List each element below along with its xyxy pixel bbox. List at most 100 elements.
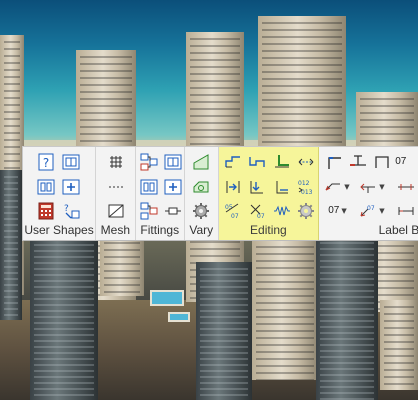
label-07-top[interactable]: 07 bbox=[395, 151, 406, 172]
building-shape bbox=[30, 232, 98, 400]
vary-gear-button[interactable] bbox=[191, 200, 212, 221]
fitting-tee-icon bbox=[140, 153, 158, 170]
shape-convert-button[interactable]: ? bbox=[60, 200, 81, 221]
ribbon-panel: ? ? User Shapes Mesh Fittings Vary 012 0… bbox=[22, 146, 418, 241]
help-shape-button[interactable]: ? bbox=[35, 151, 56, 172]
building-shape bbox=[316, 236, 378, 400]
vary-loop-button[interactable] bbox=[191, 176, 212, 197]
label-arrow-fork-icon bbox=[360, 183, 376, 193]
vary-loop-icon bbox=[193, 181, 209, 192]
group-mesh: Mesh bbox=[96, 147, 136, 240]
edit-pipe-b-icon bbox=[249, 156, 265, 167]
group-fittings: Fittings bbox=[136, 147, 185, 240]
fitting-open-icon bbox=[140, 179, 158, 194]
edit-corner-icon bbox=[276, 180, 289, 193]
edit-pipe-a-button[interactable] bbox=[223, 151, 244, 172]
vary-ramp-button[interactable] bbox=[191, 151, 212, 172]
label-arrow-fork-dropdown[interactable]: ▼ bbox=[359, 176, 385, 197]
mesh-grid-icon bbox=[109, 155, 122, 168]
edit-corner-button[interactable] bbox=[272, 176, 293, 197]
calculator-button[interactable] bbox=[35, 200, 56, 221]
group-user-shapes: ? ? User Shapes bbox=[23, 147, 97, 240]
chevron-down-icon: ▼ bbox=[379, 206, 385, 215]
edit-renumber-scissors-icon: 0507 bbox=[225, 203, 239, 220]
edit-arrow-down-button[interactable] bbox=[247, 176, 268, 197]
shape-library-button[interactable] bbox=[60, 151, 81, 172]
fitting-add-button[interactable] bbox=[163, 176, 184, 197]
group-label: Vary bbox=[189, 223, 214, 237]
edit-settings-icon bbox=[298, 202, 315, 219]
edit-spring-button[interactable] bbox=[272, 200, 293, 221]
edit-renumber-icon: 012013 bbox=[298, 180, 313, 196]
vary-ramp-icon bbox=[193, 153, 209, 169]
shape-convert-icon: ? bbox=[64, 204, 79, 218]
label-elbow-button[interactable] bbox=[324, 151, 345, 172]
label-07-bottom-text: 07 bbox=[328, 205, 340, 216]
mesh-grid-button[interactable] bbox=[105, 151, 126, 172]
mesh-dashed-button[interactable] bbox=[105, 176, 126, 197]
group-label: User Shapes bbox=[24, 223, 94, 237]
edit-spring-icon bbox=[274, 205, 291, 215]
edit-settings-button[interactable] bbox=[296, 200, 317, 221]
edit-renumber-scissors-button[interactable]: 05 07 bbox=[223, 200, 244, 221]
label-07-arrow-dropdown[interactable]: 07 ▼ bbox=[359, 200, 385, 221]
edit-renumber-button[interactable]: 012 013 bbox=[296, 176, 317, 197]
edit-dimension-button[interactable] bbox=[296, 151, 317, 172]
edit-arrow-right-icon bbox=[226, 180, 240, 193]
svg-text:012: 012 bbox=[298, 180, 310, 187]
label-bracket-icon bbox=[375, 155, 389, 168]
building-shape bbox=[252, 240, 318, 380]
building-shape bbox=[196, 262, 252, 400]
svg-text:07: 07 bbox=[367, 205, 375, 212]
group-vary: Vary bbox=[185, 147, 219, 240]
edit-dimension-icon bbox=[298, 158, 314, 165]
shape-add-button[interactable] bbox=[60, 176, 81, 197]
pool-shape bbox=[150, 290, 184, 306]
mesh-dashed-icon bbox=[108, 186, 123, 187]
edit-arrow-right-button[interactable] bbox=[223, 176, 244, 197]
group-label-bar: 07 ▼ ▼ 07 ▼ 07 ▼ Label Bar bbox=[319, 147, 418, 240]
fitting-pipe-button[interactable] bbox=[163, 200, 184, 221]
pool-shape bbox=[168, 312, 190, 322]
help-shape-icon: ? bbox=[38, 153, 53, 170]
mesh-square-button[interactable] bbox=[105, 200, 126, 221]
edit-pipe-c-icon bbox=[275, 154, 290, 167]
edit-pipe-c-button[interactable] bbox=[272, 151, 293, 172]
shape-library-icon bbox=[62, 154, 79, 169]
building-shape bbox=[380, 300, 418, 390]
vary-gear-icon bbox=[193, 202, 210, 219]
label-dimension-button[interactable] bbox=[395, 200, 416, 221]
fitting-add-icon bbox=[164, 179, 182, 194]
fitting-book-button[interactable] bbox=[163, 151, 184, 172]
calculator-icon bbox=[38, 202, 53, 219]
label-pipe-button[interactable] bbox=[395, 176, 416, 197]
label-elbow-icon bbox=[328, 156, 341, 169]
label-07-top-text: 07 bbox=[395, 156, 407, 167]
fitting-open-button[interactable] bbox=[139, 176, 160, 197]
edit-cross-button[interactable]: 07 bbox=[247, 200, 268, 221]
fitting-tee-button[interactable] bbox=[139, 151, 160, 172]
edit-arrow-down-icon bbox=[250, 180, 264, 193]
edit-cross-icon: 07 bbox=[250, 204, 265, 220]
fitting-book-icon bbox=[164, 154, 182, 169]
svg-text:07: 07 bbox=[257, 213, 265, 220]
label-07-dropdown[interactable]: 07 ▼ bbox=[328, 200, 347, 221]
fitting-pipe-icon bbox=[165, 207, 182, 214]
shape-open-icon bbox=[37, 179, 54, 194]
label-tee-button[interactable] bbox=[347, 151, 368, 172]
shape-add-icon bbox=[62, 179, 79, 194]
label-arrow-line-icon bbox=[325, 183, 341, 190]
building-shape bbox=[0, 170, 22, 320]
label-bracket-button[interactable] bbox=[371, 151, 392, 172]
svg-text:?: ? bbox=[42, 156, 48, 170]
shape-open-button[interactable] bbox=[35, 176, 56, 197]
label-arrow-line-dropdown[interactable]: ▼ bbox=[324, 176, 350, 197]
svg-text:07: 07 bbox=[231, 213, 239, 220]
chevron-down-icon: ▼ bbox=[344, 182, 350, 191]
label-dimension-icon bbox=[398, 206, 414, 215]
fitting-reducer-button[interactable] bbox=[139, 200, 160, 221]
chevron-down-icon: ▼ bbox=[379, 182, 385, 191]
label-pipe-icon bbox=[397, 183, 414, 190]
edit-pipe-b-button[interactable] bbox=[247, 151, 268, 172]
group-editing: 012 013 05 07 07 Editing bbox=[218, 147, 320, 240]
